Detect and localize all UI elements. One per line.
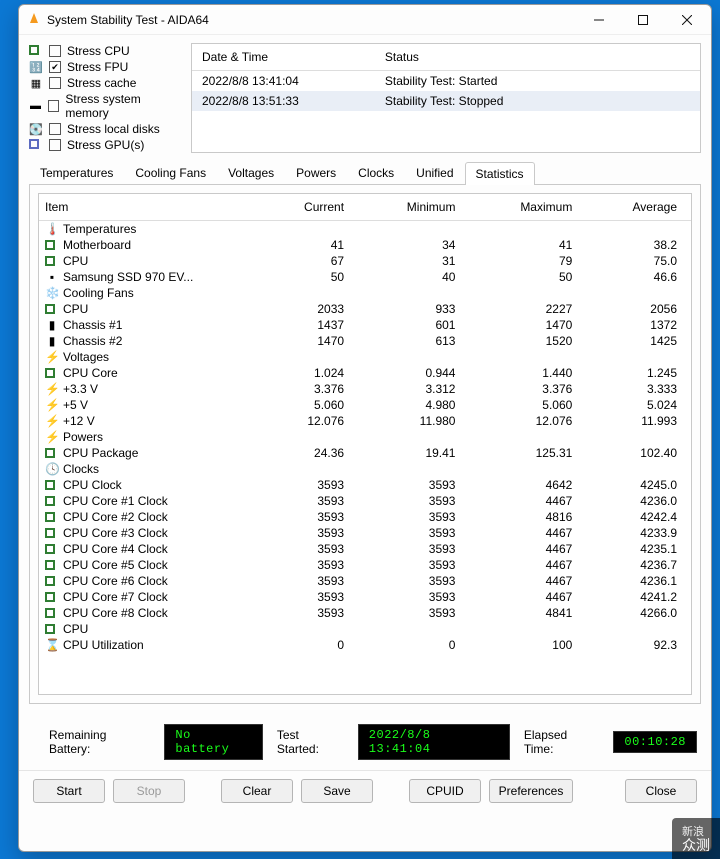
test-started-value: 2022/8/8 13:41:04 bbox=[358, 724, 510, 760]
option-label: Stress CPU bbox=[67, 44, 130, 58]
bottom-buttons: Start Stop Clear Save CPUID Preferences … bbox=[19, 770, 711, 815]
preferences-button[interactable]: Preferences bbox=[489, 779, 573, 803]
test-started-label: Test Started: bbox=[277, 728, 344, 756]
col-item[interactable]: Item bbox=[39, 194, 261, 221]
tab-powers[interactable]: Powers bbox=[285, 161, 347, 184]
table-row[interactable]: CPU Core #5 Clock3593359344674236.7 bbox=[39, 557, 691, 573]
option-stress-gpu[interactable]: Stress GPU(s) bbox=[29, 137, 179, 153]
status-bar: Remaining Battery: No battery Test Start… bbox=[19, 712, 711, 764]
table-row[interactable]: ⚡+12 V12.07611.98012.07611.993 bbox=[39, 413, 691, 429]
table-row[interactable]: CPU Core #6 Clock3593359344674236.1 bbox=[39, 573, 691, 589]
elapsed-label: Elapsed Time: bbox=[524, 728, 600, 756]
col-maximum[interactable]: Maximum bbox=[469, 194, 586, 221]
clear-button[interactable]: Clear bbox=[221, 779, 293, 803]
tab-unified[interactable]: Unified bbox=[405, 161, 464, 184]
table-row[interactable]: CPU Package24.3619.41125.31102.40 bbox=[39, 445, 691, 461]
group-header: 🌡️Temperatures bbox=[39, 221, 691, 238]
save-button[interactable]: Save bbox=[301, 779, 373, 803]
table-row[interactable]: ▮Chassis #2147061315201425 bbox=[39, 333, 691, 349]
stop-button[interactable]: Stop bbox=[113, 779, 185, 803]
log-row[interactable]: 2022/8/8 13:51:33 Stability Test: Stoppe… bbox=[192, 91, 700, 111]
elapsed-value: 00:10:28 bbox=[613, 731, 697, 753]
group-header: ⚡Voltages bbox=[39, 349, 691, 365]
tab-clocks[interactable]: Clocks bbox=[347, 161, 405, 184]
battery-label: Remaining Battery: bbox=[49, 728, 150, 756]
table-row[interactable]: CPU67317975.0 bbox=[39, 253, 691, 269]
col-minimum[interactable]: Minimum bbox=[358, 194, 469, 221]
start-button[interactable]: Start bbox=[33, 779, 105, 803]
option-label: Stress GPU(s) bbox=[67, 138, 144, 152]
app-window: System Stability Test - AIDA64 Stress CP… bbox=[18, 4, 712, 852]
window-title: System Stability Test - AIDA64 bbox=[47, 13, 577, 27]
log-panel: Date & Time Status 2022/8/8 13:41:04 Sta… bbox=[191, 43, 701, 153]
statistics-frame: Item Current Minimum Maximum Average 🌡️T… bbox=[29, 184, 701, 704]
titlebar: System Stability Test - AIDA64 bbox=[19, 5, 711, 35]
table-row[interactable]: ⚡+5 V5.0604.9805.0605.024 bbox=[39, 397, 691, 413]
table-row[interactable]: CPU Core #1 Clock3593359344674236.0 bbox=[39, 493, 691, 509]
group-header: 🕓Clocks bbox=[39, 461, 691, 477]
group-header: ⚡Powers bbox=[39, 429, 691, 445]
window-controls bbox=[577, 6, 709, 34]
tab-statistics[interactable]: Statistics bbox=[465, 162, 535, 185]
option-stress-fpu[interactable]: 🔢Stress FPU bbox=[29, 59, 179, 75]
minimize-button[interactable] bbox=[577, 6, 621, 34]
log-row[interactable]: 2022/8/8 13:41:04 Stability Test: Starte… bbox=[192, 71, 700, 92]
tab-temperatures[interactable]: Temperatures bbox=[29, 161, 124, 184]
table-row[interactable]: CPU Core #3 Clock3593359344674233.9 bbox=[39, 525, 691, 541]
statistics-table: Item Current Minimum Maximum Average 🌡️T… bbox=[39, 194, 691, 653]
option-label: Stress local disks bbox=[67, 122, 160, 136]
col-average[interactable]: Average bbox=[586, 194, 691, 221]
table-row[interactable]: ⌛CPU Utilization0010092.3 bbox=[39, 637, 691, 653]
option-stress-cache[interactable]: ▦Stress cache bbox=[29, 75, 179, 91]
table-row[interactable]: CPU Core1.0240.9441.4401.245 bbox=[39, 365, 691, 381]
table-row[interactable]: CPU Core #2 Clock3593359348164242.4 bbox=[39, 509, 691, 525]
table-row[interactable]: CPU203393322272056 bbox=[39, 301, 691, 317]
log-head-status[interactable]: Status bbox=[375, 44, 700, 71]
table-row[interactable]: CPU Clock3593359346424245.0 bbox=[39, 477, 691, 493]
table-row[interactable]: Motherboard41344138.2 bbox=[39, 237, 691, 253]
option-stress-cpu[interactable]: Stress CPU bbox=[29, 43, 179, 59]
statistics-scroll[interactable]: Item Current Minimum Maximum Average 🌡️T… bbox=[38, 193, 692, 695]
table-row[interactable]: ⚡+3.3 V3.3763.3123.3763.333 bbox=[39, 381, 691, 397]
watermark: 新浪 众测 bbox=[672, 818, 720, 859]
maximize-button[interactable] bbox=[621, 6, 665, 34]
col-current[interactable]: Current bbox=[261, 194, 358, 221]
group-header: ❄️Cooling Fans bbox=[39, 285, 691, 301]
tab-cooling-fans[interactable]: Cooling Fans bbox=[124, 161, 217, 184]
close-button-bottom[interactable]: Close bbox=[625, 779, 697, 803]
tabs: Temperatures Cooling Fans Voltages Power… bbox=[19, 157, 711, 184]
close-button[interactable] bbox=[665, 6, 709, 34]
option-label: Stress FPU bbox=[67, 60, 128, 74]
group-header: CPU bbox=[39, 621, 691, 637]
table-row[interactable]: CPU Core #7 Clock3593359344674241.2 bbox=[39, 589, 691, 605]
table-row[interactable]: CPU Core #4 Clock3593359344674235.1 bbox=[39, 541, 691, 557]
table-row[interactable]: ▮Chassis #1143760114701372 bbox=[39, 317, 691, 333]
cpuid-button[interactable]: CPUID bbox=[409, 779, 481, 803]
app-icon bbox=[27, 13, 41, 27]
log-head-date[interactable]: Date & Time bbox=[192, 44, 375, 71]
table-row[interactable]: CPU Core #8 Clock3593359348414266.0 bbox=[39, 605, 691, 621]
option-stress-memory[interactable]: ▬Stress system memory bbox=[29, 91, 179, 121]
table-row[interactable]: ▪Samsung SSD 970 EV...50405046.6 bbox=[39, 269, 691, 285]
stress-options: Stress CPU 🔢Stress FPU ▦Stress cache ▬St… bbox=[29, 43, 179, 153]
option-stress-disks[interactable]: 💽Stress local disks bbox=[29, 121, 179, 137]
option-label: Stress cache bbox=[67, 76, 136, 90]
option-label: Stress system memory bbox=[65, 92, 179, 120]
battery-value: No battery bbox=[164, 724, 263, 760]
tab-voltages[interactable]: Voltages bbox=[217, 161, 285, 184]
